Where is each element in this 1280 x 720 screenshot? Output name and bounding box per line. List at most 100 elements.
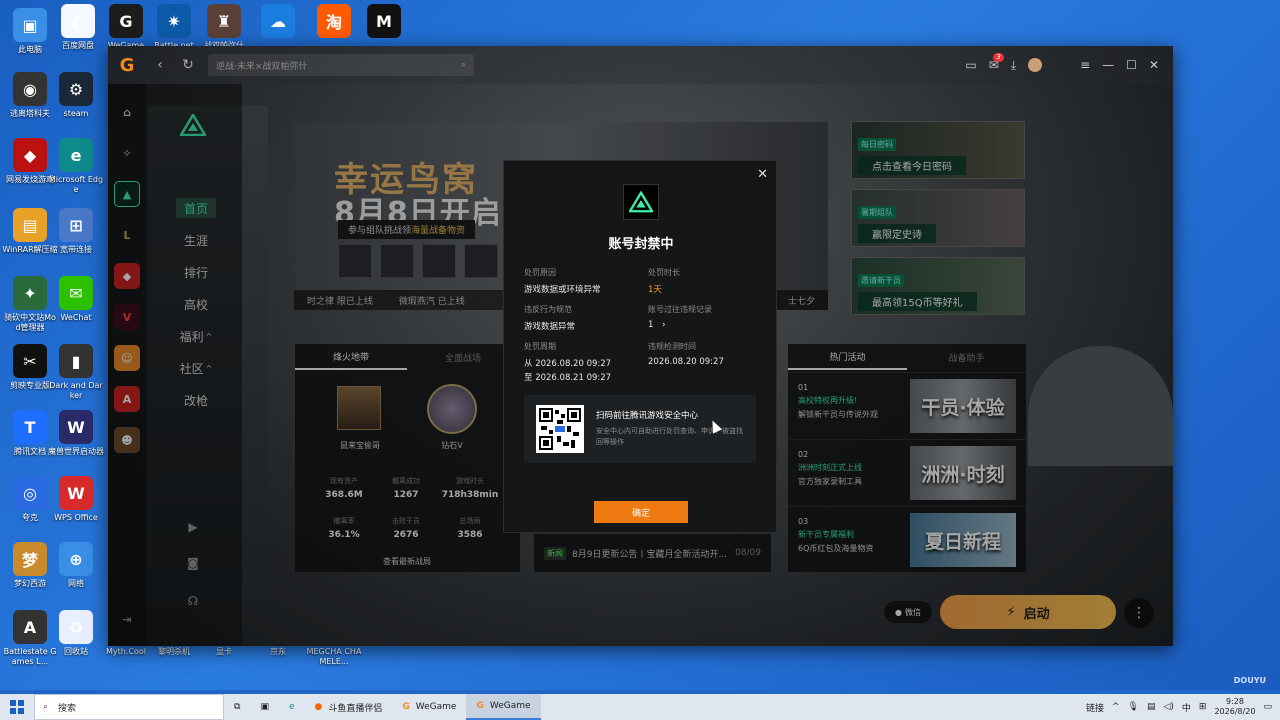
period-to: 至 2026.08.21 09:27 xyxy=(524,373,612,383)
start-button[interactable] xyxy=(0,694,34,720)
taskbar-search[interactable]: ⌕ 搜索 xyxy=(34,694,224,720)
desktop-icon[interactable]: ⊞ 宽带连接 xyxy=(48,208,104,255)
douyu-icon: ● xyxy=(314,702,323,712)
qr-title: 扫码前往腾讯游戏安全中心 xyxy=(596,411,699,421)
app-icon: A xyxy=(13,610,47,644)
ime-icon[interactable]: ⊞ xyxy=(1199,702,1207,712)
menu-icon[interactable]: ≡ xyxy=(1080,58,1090,72)
app-icon: ▤ xyxy=(13,208,47,242)
desktop-icon-label: MEGCHA CHAMELE... xyxy=(306,647,362,666)
watermark: DOUYU xyxy=(1233,676,1266,685)
confirm-button[interactable]: 确定 xyxy=(594,501,688,523)
desktop-icon[interactable]: e Microsoft Edge xyxy=(48,138,104,195)
clock-date: 2026/8/20 xyxy=(1214,707,1256,716)
mail-icon[interactable]: ✉ 3 xyxy=(989,53,1004,72)
clock[interactable]: 9:28 2026/8/20 xyxy=(1214,697,1255,717)
violation-value: 游戏数据异常 xyxy=(524,322,576,332)
desktop-icon[interactable]: W 魔兽世界启动器 xyxy=(48,410,104,457)
dialog-close-icon[interactable]: ✕ xyxy=(757,167,768,182)
desktop-icon-label: 黎明杀机 xyxy=(158,647,190,656)
tray-chevron-icon[interactable]: ^ xyxy=(1112,702,1120,712)
ban-dialog: ✕ 账号封禁中 处罚原因 游戏数据或环境异常 处罚时长 1天 违反行为规范 游戏… xyxy=(503,160,777,533)
task-view-icon[interactable]: ⧉ xyxy=(224,694,250,720)
desktop-icon[interactable]: ♻ 回收站 xyxy=(48,610,104,657)
desktop-icon[interactable]: M xyxy=(356,4,412,41)
qr-pattern-icon xyxy=(539,408,581,450)
desktop-icon[interactable]: W WPS Office xyxy=(48,476,104,523)
app-icon: ✷ xyxy=(157,4,191,38)
input-language[interactable]: 中 xyxy=(1182,701,1191,714)
store-taskbar-icon[interactable]: ▣ xyxy=(250,694,279,720)
refresh-icon[interactable]: ↻ xyxy=(174,51,202,79)
detect-label: 违规检测时间 xyxy=(648,342,696,351)
desktop-icon[interactable]: ▮ Dark and Darker xyxy=(48,344,104,401)
avatar[interactable] xyxy=(1028,58,1043,72)
maximize-icon[interactable]: ☐ xyxy=(1126,58,1137,72)
desktop-icon-label: steam xyxy=(63,109,89,118)
clock-time: 9:28 xyxy=(1225,697,1244,706)
desktop-icon-label: WeChat xyxy=(60,313,92,322)
tray-link[interactable]: 链接 xyxy=(1086,701,1104,714)
search-icon[interactable]: ⌕ xyxy=(461,60,466,70)
search-placeholder: 逆战·未来×战双帕弥什 xyxy=(216,61,308,72)
app-icon: ◎ xyxy=(13,476,47,510)
desktop-icon[interactable]: ☁ xyxy=(250,4,306,41)
search-icon: ⌕ xyxy=(43,702,49,712)
desktop-icon[interactable]: ⊕ 网络 xyxy=(48,542,104,589)
taskbar-app-douyu[interactable]: ● 斗鱼直播伴侣 xyxy=(305,694,393,720)
desktop-icon[interactable]: ✉ WeChat xyxy=(48,276,104,323)
mic-icon[interactable]: 🎙 xyxy=(1128,702,1139,712)
search-input[interactable]: 逆战·未来×战双帕弥什 ⌕ xyxy=(208,54,474,76)
desktop-icon[interactable]: ⚙ steam xyxy=(48,72,104,119)
desktop-icon[interactable]: ✷Battle.net xyxy=(146,4,202,51)
chevron-right-icon: › xyxy=(662,320,666,330)
system-tray: 链接 ^ 🎙 ▤ ◁) 中 ⊞ 9:28 2026/8/20 ▭ xyxy=(1086,697,1280,717)
chat-icon[interactable]: ▭ xyxy=(965,58,976,72)
desktop-icon-label: WPS Office xyxy=(54,513,98,522)
taskbar: ⌕ 搜索 ⧉ ▣ e ● 斗鱼直播伴侣 G WeGame G WeGame 链接 ^ … xyxy=(0,694,1280,720)
desktop-icon[interactable]: 淘 xyxy=(306,4,362,41)
wegame-logo[interactable]: G xyxy=(108,46,146,84)
app-icon: ♜ xyxy=(207,4,241,38)
desktop-icon[interactable]: ♜战双帕弥什 xyxy=(196,4,252,51)
taskbar-app-wegame-active[interactable]: G WeGame xyxy=(466,694,541,720)
period-label: 处罚周期 xyxy=(524,342,556,351)
violation-label: 违反行为规范 xyxy=(524,305,572,314)
detect-value: 2026.08.20 09:27 xyxy=(648,357,724,367)
desktop-icon-label: Dark and Darker xyxy=(49,381,103,400)
app-icon: ▣ xyxy=(13,8,47,42)
volume-icon[interactable]: ◁) xyxy=(1163,702,1173,712)
dialog-title: 账号封禁中 xyxy=(608,237,674,252)
download-icon[interactable]: ⤓ xyxy=(1011,58,1016,73)
app-label: WeGame xyxy=(415,702,457,712)
desktop-icon-label: 网络 xyxy=(68,579,84,588)
wegame-window: G ‹ ↻ 逆战·未来×战双帕弥什 ⌕ ▭ ✉ 3 ⤓ ≡ — ☐ ✕ ⌂ ✧ ▲… xyxy=(108,46,1173,646)
app-icon: ✉ xyxy=(59,276,93,310)
minimize-icon[interactable]: — xyxy=(1102,58,1114,72)
app-icon: ◐ xyxy=(61,4,95,38)
taskbar-app-wegame[interactable]: G WeGame xyxy=(392,694,466,720)
reason-value: 游戏数据或环境异常 xyxy=(524,285,601,295)
wegame-icon: G xyxy=(402,702,410,712)
desktop-icon-label: Microsoft Edge xyxy=(48,175,104,194)
network-icon[interactable]: ▤ xyxy=(1147,702,1156,712)
qr-code xyxy=(536,405,584,453)
app-label: 斗鱼直播伴侣 xyxy=(328,703,383,714)
history-value[interactable]: 1 › xyxy=(648,320,666,330)
delta-logo-icon xyxy=(623,184,659,220)
app-icon: ⊕ xyxy=(59,542,93,576)
duration-label: 处罚时长 xyxy=(648,268,680,277)
titlebar: G ‹ ↻ 逆战·未来×战双帕弥什 ⌕ ▭ ✉ 3 ⤓ ≡ — ☐ ✕ xyxy=(108,46,1173,84)
app-icon: ✦ xyxy=(13,276,47,310)
edge-taskbar-icon[interactable]: e xyxy=(279,694,305,720)
qr-description: 安全中心内可自助进行处罚查询、申诉、被盗找回等操作 xyxy=(596,427,743,446)
close-icon[interactable]: ✕ xyxy=(1149,58,1159,72)
app-icon: ▮ xyxy=(59,344,93,378)
back-icon[interactable]: ‹ xyxy=(146,51,174,79)
app-icon: ✂ xyxy=(13,344,47,378)
delta-mark-icon xyxy=(629,191,653,213)
app-icon: W xyxy=(59,476,93,510)
history-count: 1 xyxy=(648,320,654,330)
desktop-icon-label: 回收站 xyxy=(64,647,88,656)
notification-icon[interactable]: ▭ xyxy=(1263,702,1272,712)
